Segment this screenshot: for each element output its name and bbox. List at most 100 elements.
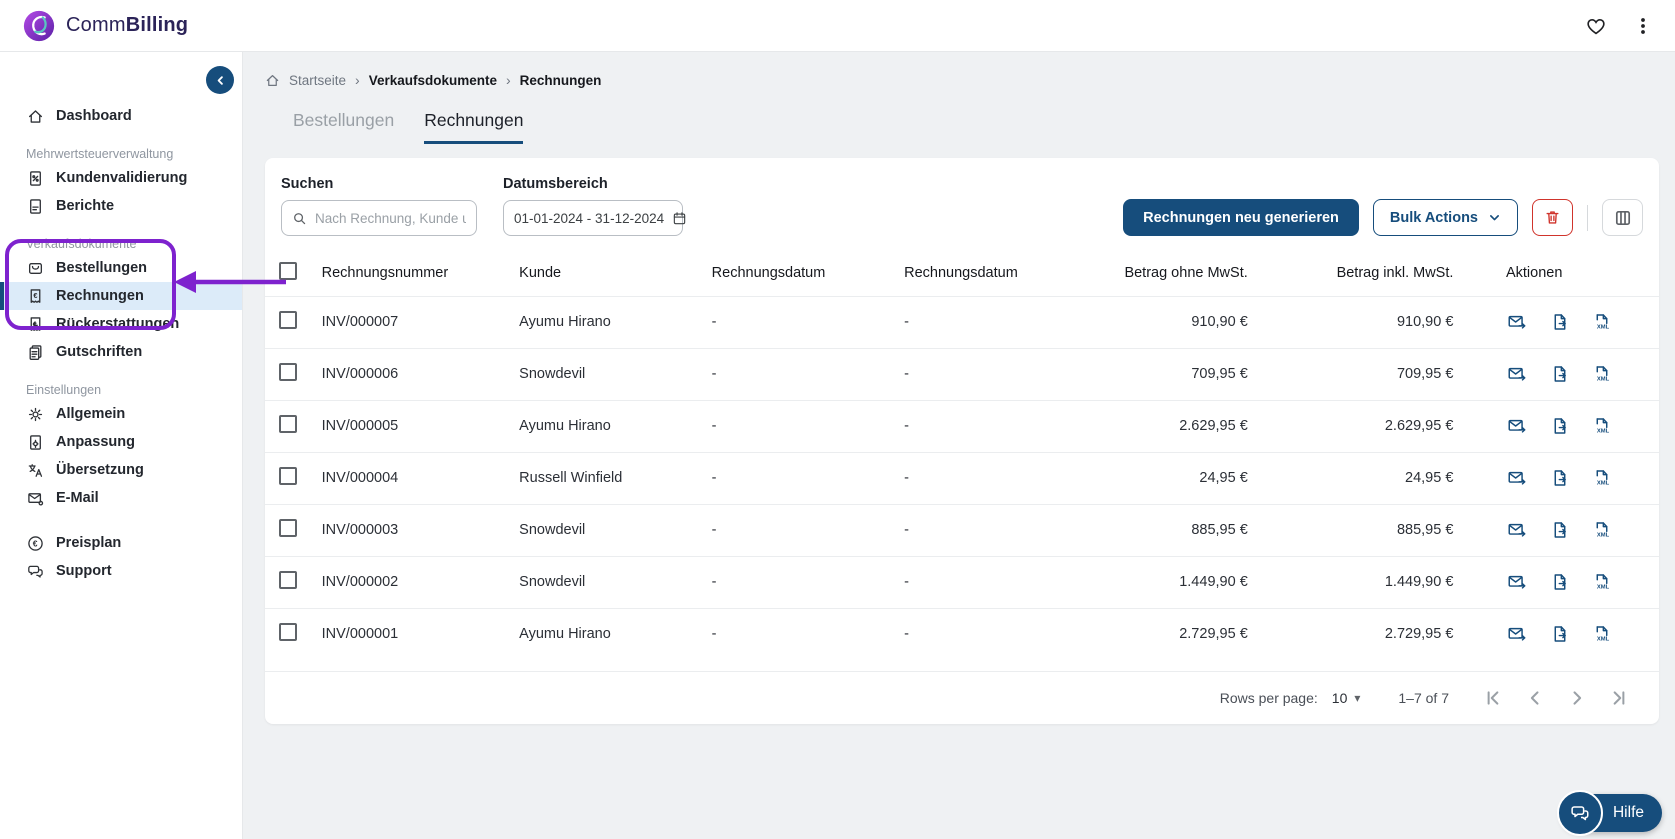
filter-toolbar: Suchen Datumsbereich 01-01-2024 - 31-12-… xyxy=(265,158,1659,250)
sidebar-item-label: Preisplan xyxy=(56,535,122,551)
download-xml-button[interactable]: XML xyxy=(1593,573,1611,591)
svg-text:XML: XML xyxy=(1597,428,1610,434)
sidebar-item-preisplan[interactable]: € Preisplan xyxy=(0,529,242,557)
search-field[interactable] xyxy=(281,200,477,236)
sidebar-item-support[interactable]: Support xyxy=(0,557,242,585)
row-checkbox[interactable] xyxy=(279,415,297,433)
download-xml-button[interactable]: XML xyxy=(1593,417,1611,435)
svg-text:XML: XML xyxy=(1597,324,1610,330)
sidebar-item-email[interactable]: E-Mail xyxy=(0,484,242,512)
rows-per-page-value: 10 xyxy=(1331,690,1348,706)
table-row: INV/000002 Snowdevil - - 1.449,90 € 1.44… xyxy=(265,555,1659,608)
row-checkbox[interactable] xyxy=(279,623,297,642)
dropdown-arrow-icon: ▾ xyxy=(1354,691,1361,705)
row-checkbox[interactable] xyxy=(279,519,297,537)
sidebar-item-allgemein[interactable]: Allgemein xyxy=(0,400,242,428)
due-date: - xyxy=(896,503,1069,556)
file-export-icon xyxy=(1554,470,1566,486)
amount-gross: 2.629,95 € xyxy=(1255,399,1462,452)
svg-text:€: € xyxy=(33,291,37,300)
amount-gross: 2.729,95 € xyxy=(1255,607,1462,660)
sidebar-item-berichte[interactable]: Berichte xyxy=(0,192,242,220)
rows-per-page-select[interactable]: 10 ▾ xyxy=(1332,690,1361,706)
last-page-button[interactable] xyxy=(1605,684,1633,712)
sidebar-section-sales-docs: Verkaufsdokumente xyxy=(26,237,137,251)
help-button[interactable]: Hilfe xyxy=(1556,790,1662,836)
translate-icon xyxy=(26,462,44,479)
kebab-menu-icon[interactable] xyxy=(1633,16,1653,36)
download-xml-button[interactable]: XML xyxy=(1593,521,1611,539)
next-page-button[interactable] xyxy=(1563,684,1591,712)
sidebar-item-label: Gutschriften xyxy=(56,344,143,360)
tab-rechnungen[interactable]: Rechnungen xyxy=(424,110,524,144)
invoice-table-body: INV/000007 Ayumu Hirano - - 910,90 € 910… xyxy=(265,295,1659,660)
date-range-field[interactable]: 01-01-2024 - 31-12-2024 xyxy=(503,200,686,236)
first-page-button[interactable] xyxy=(1479,684,1507,712)
sidebar-item-rechnungen[interactable]: € Rechnungen xyxy=(0,282,242,310)
sidebar-item-bestellungen[interactable]: Bestellungen xyxy=(0,254,242,282)
header-rechnungsnummer[interactable]: Rechnungsnummer xyxy=(314,250,512,296)
header-betrag-ohne-mwst[interactable]: Betrag ohne MwSt. xyxy=(1068,250,1255,296)
svg-text:€: € xyxy=(32,538,37,548)
mail-send-icon xyxy=(1508,315,1526,329)
download-xml-button[interactable]: XML xyxy=(1593,313,1611,331)
svg-text:XML: XML xyxy=(1597,480,1610,486)
export-document-button[interactable] xyxy=(1551,521,1569,539)
send-email-button[interactable] xyxy=(1507,573,1527,591)
export-document-button[interactable] xyxy=(1551,469,1569,487)
export-document-button[interactable] xyxy=(1551,313,1569,331)
export-document-button[interactable] xyxy=(1551,625,1569,643)
amount-gross: 910,90 € xyxy=(1255,295,1462,348)
column-settings-button[interactable] xyxy=(1602,199,1643,236)
send-email-button[interactable] xyxy=(1507,469,1527,487)
export-document-button[interactable] xyxy=(1551,417,1569,435)
customer-name: Ayumu Hirano xyxy=(511,399,704,452)
send-email-button[interactable] xyxy=(1507,625,1527,643)
sidebar-item-kundenvalidierung[interactable]: Kundenvalidierung xyxy=(0,164,242,192)
header-betrag-inkl-mwst[interactable]: Betrag inkl. MwSt. xyxy=(1256,250,1462,296)
select-all-checkbox[interactable] xyxy=(279,261,297,280)
search-label: Suchen xyxy=(281,176,334,192)
sidebar-collapse-button[interactable] xyxy=(206,66,234,94)
sidebar-item-uebersetzung[interactable]: Übersetzung xyxy=(0,456,242,484)
bulk-actions-label: Bulk Actions xyxy=(1389,209,1478,226)
tab-bestellungen[interactable]: Bestellungen xyxy=(293,110,394,144)
table-row: INV/000006 Snowdevil - - 709,95 € 709,95… xyxy=(265,347,1659,400)
xml-file-icon: XML xyxy=(1596,470,1610,486)
sidebar-item-dashboard[interactable]: Dashboard xyxy=(0,102,242,130)
delete-button[interactable] xyxy=(1532,199,1573,236)
favorites-heart-icon[interactable] xyxy=(1585,15,1607,37)
table-row: INV/000004 Russell Winfield - - 24,95 € … xyxy=(265,451,1659,504)
header-kunde[interactable]: Kunde xyxy=(511,250,703,296)
amount-gross: 709,95 € xyxy=(1255,347,1462,400)
sidebar-item-gutschriften[interactable]: Gutschriften xyxy=(0,338,242,366)
export-document-button[interactable] xyxy=(1551,365,1569,383)
send-email-button[interactable] xyxy=(1507,313,1527,331)
download-xml-button[interactable]: XML xyxy=(1593,625,1611,643)
export-document-button[interactable] xyxy=(1551,573,1569,591)
breadcrumb-item-verkaufsdokumente[interactable]: Verkaufsdokumente xyxy=(369,73,497,88)
download-xml-button[interactable]: XML xyxy=(1593,365,1611,383)
row-checkbox[interactable] xyxy=(279,311,297,329)
search-input[interactable] xyxy=(315,210,466,226)
regenerate-invoices-button[interactable]: Rechnungen neu generieren xyxy=(1123,199,1359,236)
breadcrumb-item-rechnungen: Rechnungen xyxy=(519,72,602,88)
amount-net: 2.629,95 € xyxy=(1068,399,1256,452)
header-rechnungsdatum-1[interactable]: Rechnungsdatum xyxy=(704,250,896,296)
customer-name: Snowdevil xyxy=(511,347,704,400)
send-email-button[interactable] xyxy=(1507,365,1527,383)
row-checkbox[interactable] xyxy=(279,363,297,381)
sidebar-item-anpassung[interactable]: Anpassung xyxy=(0,428,242,456)
send-email-button[interactable] xyxy=(1507,521,1527,539)
download-xml-button[interactable]: XML xyxy=(1593,469,1611,487)
sidebar-item-rueckerstattungen[interactable]: Rückerstattungen xyxy=(0,310,242,338)
row-checkbox[interactable] xyxy=(279,571,297,589)
send-email-button[interactable] xyxy=(1507,417,1527,435)
header-rechnungsdatum-2[interactable]: Rechnungsdatum xyxy=(896,250,1068,296)
breadcrumb-home-icon[interactable] xyxy=(265,73,280,88)
amount-net: 1.449,90 € xyxy=(1068,555,1256,608)
row-checkbox[interactable] xyxy=(279,467,297,485)
bulk-actions-button[interactable]: Bulk Actions xyxy=(1372,199,1518,236)
previous-page-button[interactable] xyxy=(1521,684,1549,712)
breadcrumb-item-startseite[interactable]: Startseite xyxy=(289,73,346,88)
